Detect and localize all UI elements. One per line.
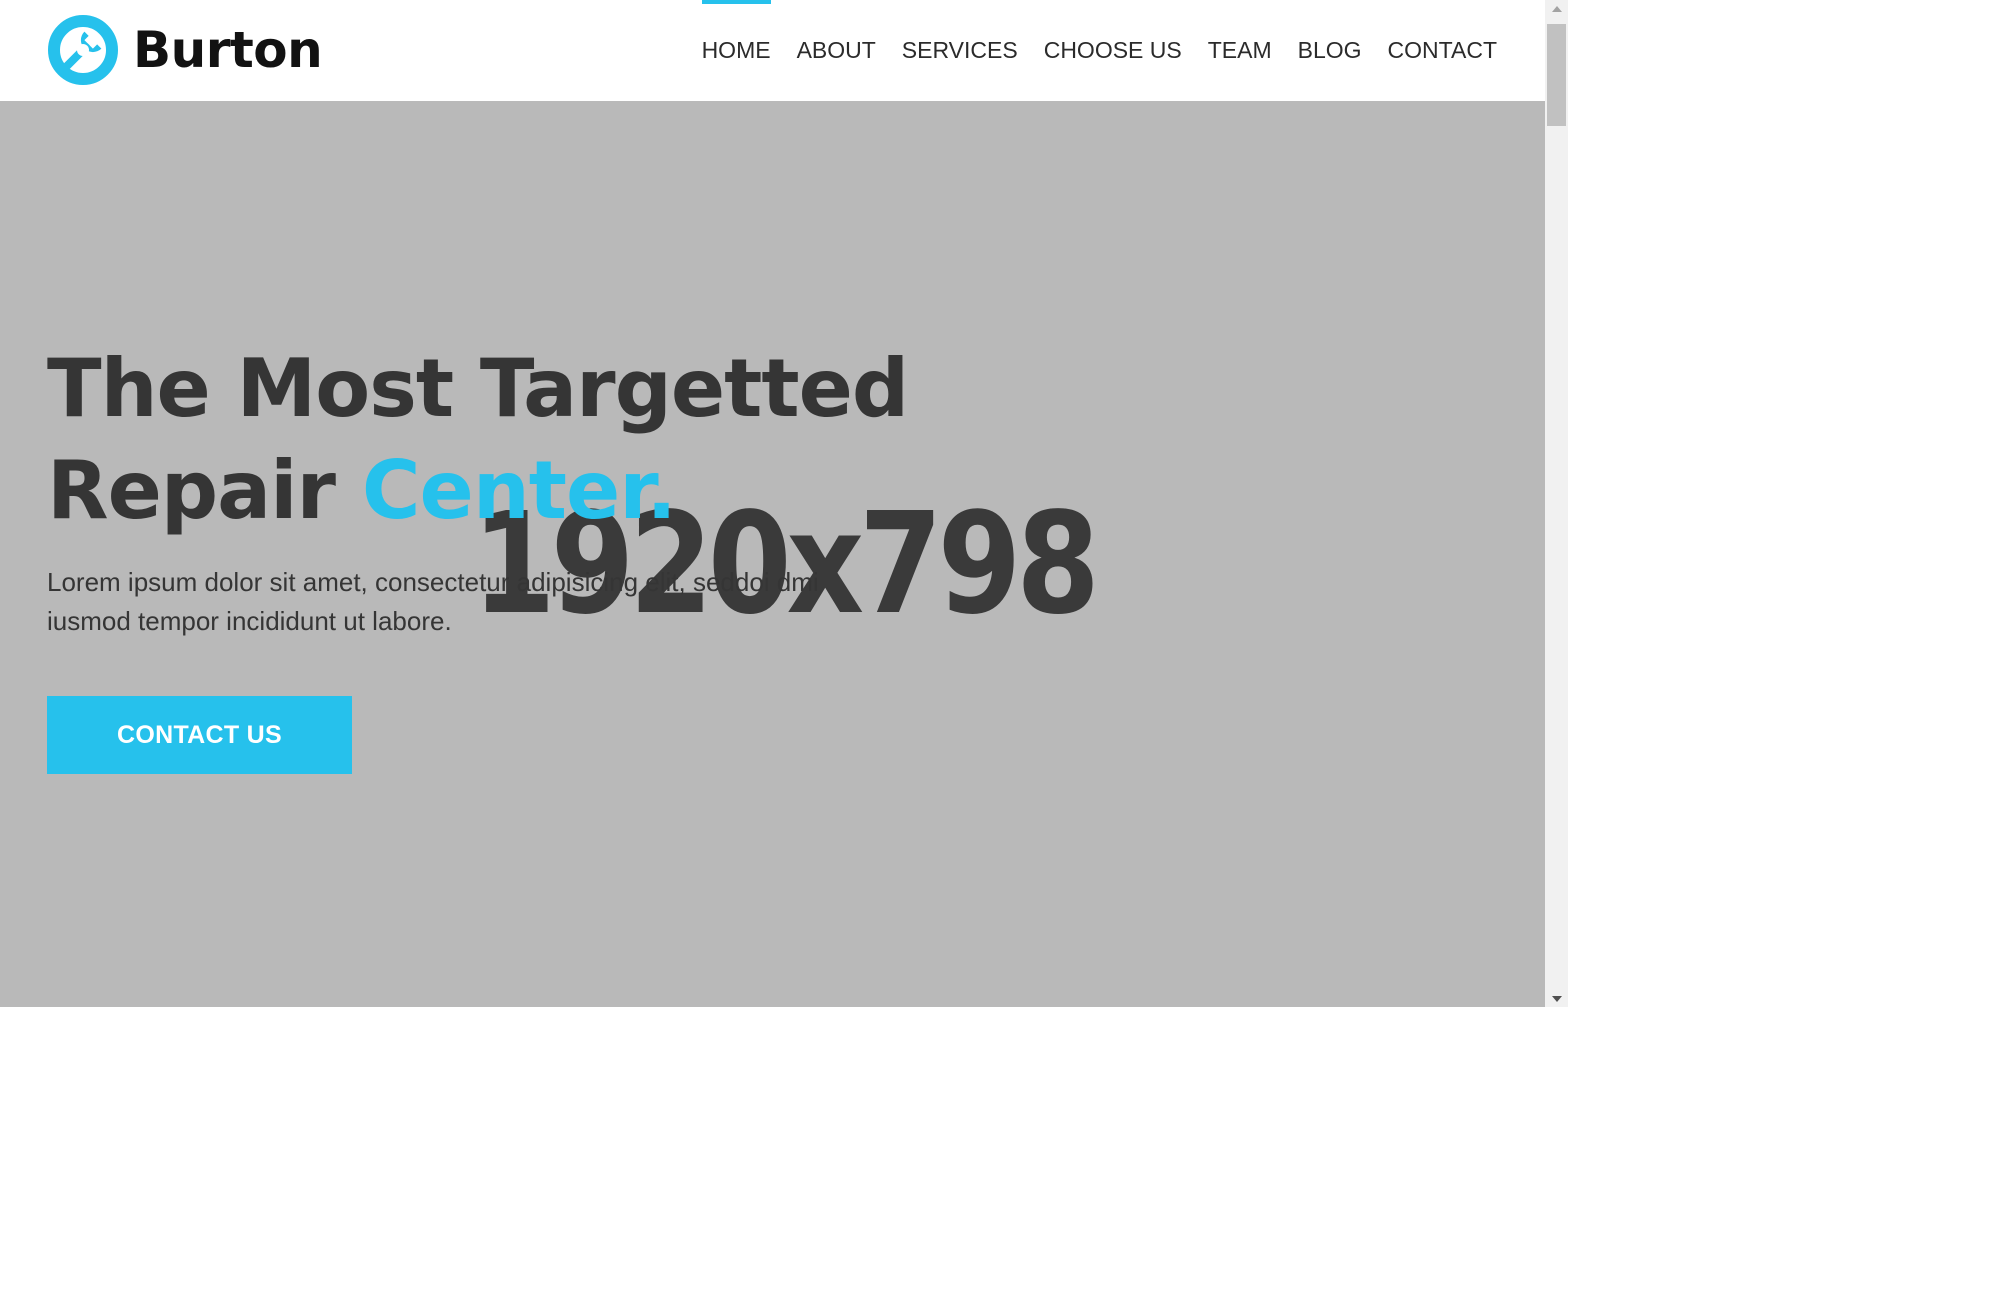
nav-item-contact[interactable]: CONTACT — [1388, 0, 1497, 101]
scroll-up-arrow[interactable] — [1545, 0, 1568, 17]
scroll-down-arrow[interactable] — [1545, 990, 1568, 1007]
hero-section: 1920x798 The Most Targetted Repair Cente… — [0, 101, 1545, 1007]
hero-title-line1: The Most Targetted — [47, 342, 909, 435]
scrollbar-thumb[interactable] — [1547, 24, 1566, 126]
main-nav: HOME ABOUT SERVICES CHOOSE US TEAM BLOG … — [701, 0, 1497, 101]
page: Burton HOME ABOUT SERVICES CHOOSE US TEA… — [0, 0, 1545, 1007]
hero-title-line2-prefix: Repair — [47, 444, 336, 537]
nav-item-home[interactable]: HOME — [701, 0, 771, 101]
wrench-circle-icon — [48, 15, 118, 85]
nav-item-choose-us[interactable]: CHOOSE US — [1044, 0, 1182, 101]
nav-item-team[interactable]: TEAM — [1208, 0, 1272, 101]
hero-title: The Most Targetted Repair Center. — [47, 338, 947, 542]
contact-us-button[interactable]: CONTACT US — [47, 696, 352, 774]
nav-item-blog[interactable]: BLOG — [1298, 0, 1362, 101]
nav-item-about[interactable]: ABOUT — [797, 0, 876, 101]
vertical-scrollbar[interactable] — [1545, 0, 1568, 1007]
brand-name: Burton — [133, 21, 323, 79]
triangle-up-icon — [1551, 5, 1562, 12]
site-header: Burton HOME ABOUT SERVICES CHOOSE US TEA… — [0, 0, 1545, 101]
hero-description: Lorem ipsum dolor sit amet, consectetur … — [47, 567, 819, 636]
hero-title-accent: Center. — [361, 444, 677, 537]
logo[interactable]: Burton — [47, 14, 323, 86]
nav-item-services[interactable]: SERVICES — [902, 0, 1018, 101]
triangle-down-icon — [1551, 995, 1562, 1002]
